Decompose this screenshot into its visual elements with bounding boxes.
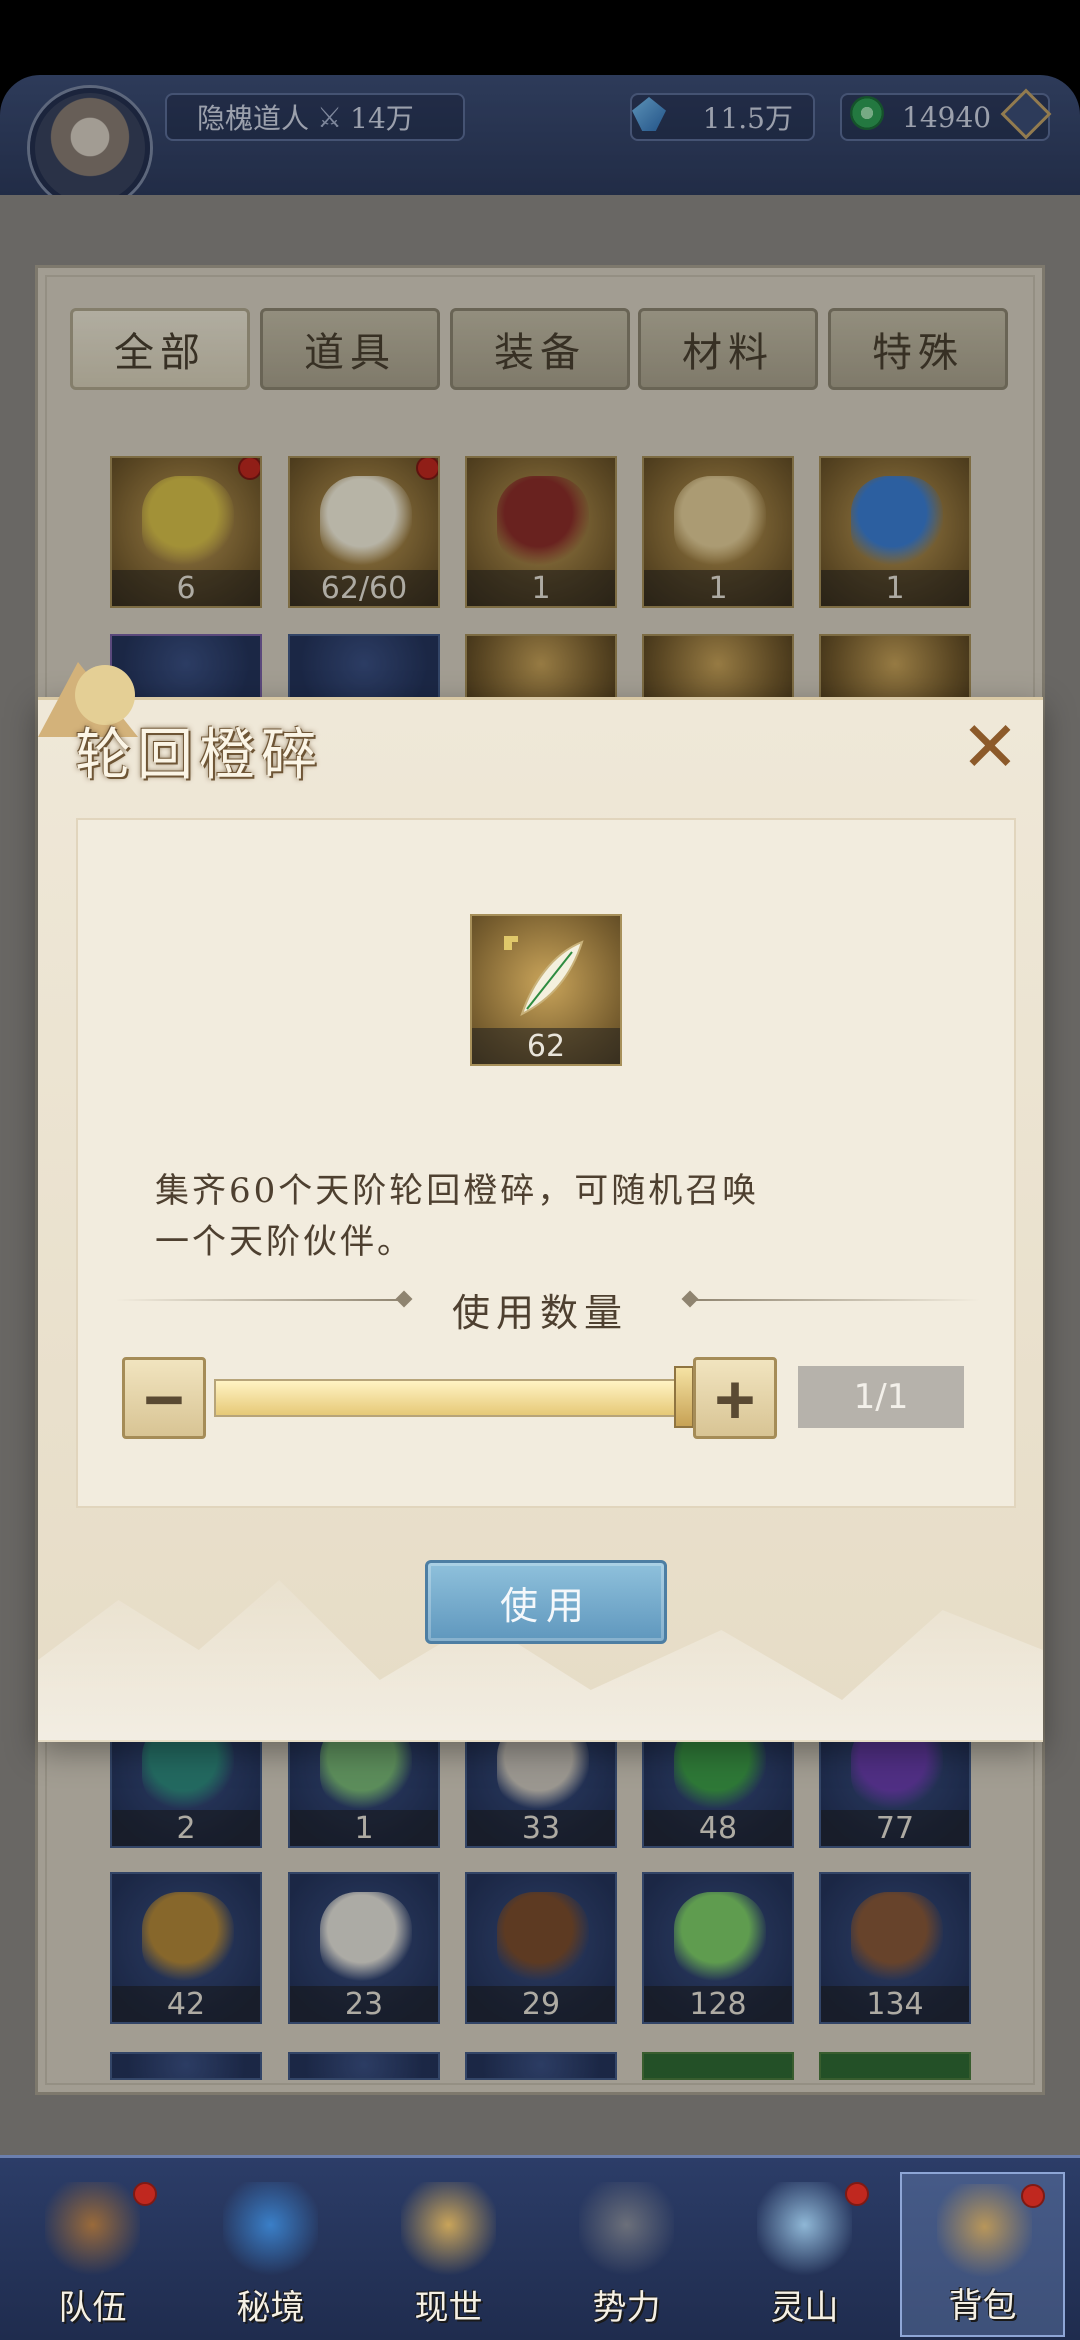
use-button[interactable]: 使用 [425, 1560, 667, 1644]
nav-label: 灵山 [770, 2288, 839, 2328]
nav-item-4[interactable]: 灵山 [722, 2172, 887, 2337]
quantity-display: 1/1 [798, 1366, 964, 1428]
quantity-slider[interactable] [214, 1379, 684, 1417]
nav-label: 现世 [414, 2288, 483, 2328]
item-count: 62 [472, 1028, 620, 1064]
quantity-label: 使用数量 [451, 1291, 628, 1335]
nav-badge [133, 2182, 157, 2206]
slider-fill [216, 1381, 682, 1415]
feather-shard-icon [504, 936, 584, 1016]
item-description-line1: 集齐60个天阶轮回橙碎，可随机召唤 [155, 1171, 760, 1211]
nav-item-5[interactable]: 背包 [900, 2172, 1065, 2337]
nav-label: 背包 [948, 2286, 1017, 2326]
world-icon [401, 2182, 496, 2277]
divider-left [115, 1299, 405, 1301]
decrease-quantity-button[interactable]: − [122, 1357, 206, 1439]
nav-item-1[interactable]: 秘境 [188, 2172, 353, 2337]
mountain-icon [757, 2182, 852, 2277]
bag-icon [937, 2184, 1032, 2279]
item-description-line2: 一个天阶伙伴。 [155, 1222, 414, 1262]
close-button[interactable]: ✕ [955, 706, 1025, 788]
nav-item-3[interactable]: 势力 [544, 2172, 709, 2337]
nav-label: 队伍 [58, 2288, 127, 2328]
nav-item-2[interactable]: 现世 [366, 2172, 531, 2337]
team-icon [45, 2182, 140, 2277]
divider-right [690, 1299, 980, 1301]
item-preview: 62 [470, 914, 622, 1066]
realm-icon [223, 2182, 318, 2277]
nav-badge [845, 2182, 869, 2206]
dialog-title: 轮回橙碎 [75, 723, 323, 788]
nav-badge [1021, 2184, 1045, 2208]
status-strip [0, 0, 1080, 75]
slider-handle[interactable] [674, 1366, 694, 1428]
faction-icon [579, 2182, 674, 2277]
nav-item-0[interactable]: 队伍 [10, 2172, 175, 2337]
nav-label: 秘境 [236, 2288, 305, 2328]
increase-quantity-button[interactable]: + [693, 1357, 777, 1439]
nav-label: 势力 [592, 2288, 661, 2328]
